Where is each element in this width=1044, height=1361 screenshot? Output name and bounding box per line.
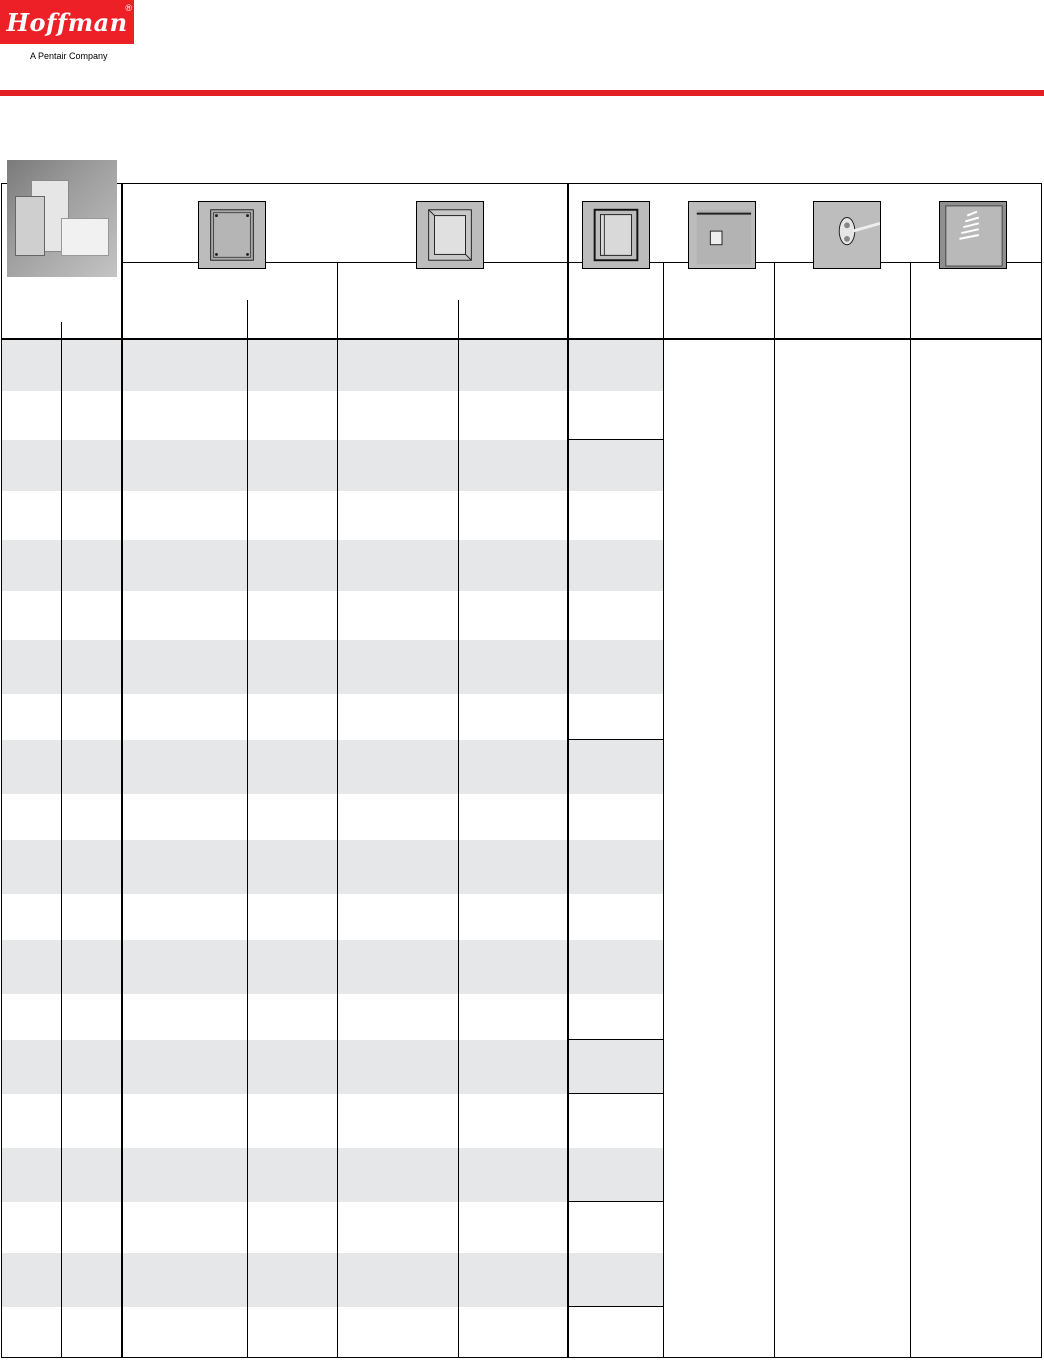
enclosure-product-photo — [7, 160, 117, 277]
closed-enclosure-icon — [198, 201, 266, 269]
cable-clamp-icon — [813, 201, 881, 269]
registered-mark: ® — [125, 3, 132, 13]
frame-enclosure-icon — [582, 201, 650, 269]
brand-name: Hoffman — [6, 7, 128, 37]
open-enclosure-icon — [416, 201, 484, 269]
header-rule — [0, 90, 1044, 96]
screw-set-icon — [939, 201, 1007, 269]
brand-tagline: A Pentair Company — [30, 51, 108, 61]
wall-mount-bracket-icon — [688, 201, 756, 269]
brand-logo: Hoffman ® — [0, 0, 134, 44]
